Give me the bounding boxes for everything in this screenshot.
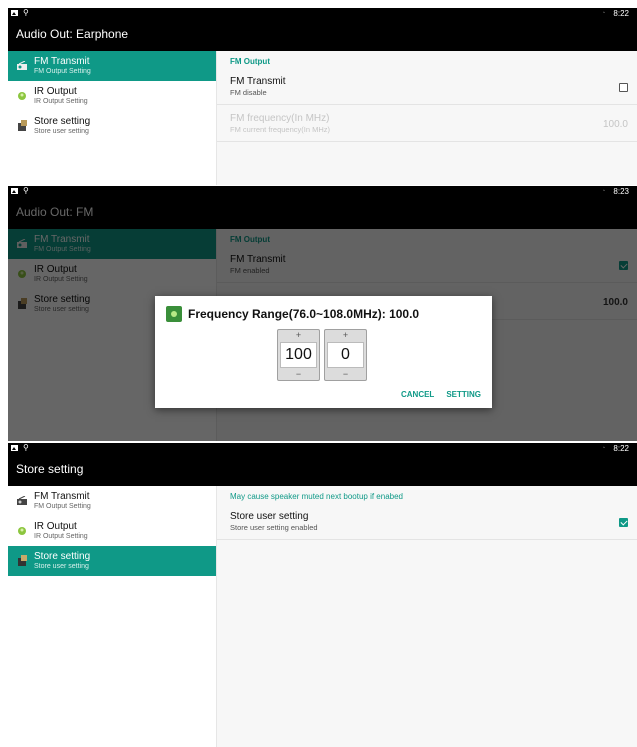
- sidebar-item-ir-output[interactable]: IR Output IR Output Setting: [8, 81, 216, 111]
- sidebar-item-title: IR Output: [34, 86, 77, 97]
- usb-icon: ⚲: [23, 443, 29, 452]
- sidebar-item-subtitle: Store user setting: [34, 306, 89, 313]
- pref-summary: FM current frequency(In MHz): [230, 125, 331, 134]
- image-icon: [11, 445, 18, 451]
- fm-frequency-value: 100.0: [602, 297, 628, 308]
- integer-number-picker[interactable]: + 100 −: [277, 329, 320, 381]
- wifi-icon: ◔: [601, 444, 606, 452]
- sidebar-item-subtitle: Store user setting: [34, 563, 89, 570]
- storage-icon: [16, 555, 28, 567]
- increment-button[interactable]: +: [278, 330, 319, 341]
- storage-icon: [16, 298, 28, 310]
- decrement-button[interactable]: −: [278, 369, 319, 380]
- usb-icon: ⚲: [23, 186, 29, 195]
- sidebar-item-ir-output[interactable]: IR Output IR Output Setting: [8, 259, 216, 289]
- screen-fm-dialog: ⚲ ◔ 8:23 Audio Out: FM FM Transmit FM Outp…: [8, 186, 637, 441]
- decimal-number-picker[interactable]: + 0 −: [324, 329, 367, 381]
- usb-icon: ⚲: [23, 8, 29, 17]
- sidebar-item-fm-transmit[interactable]: FM Transmit FM Output Setting: [8, 51, 216, 81]
- cancel-button[interactable]: CANCEL: [401, 390, 434, 399]
- category-header: May cause speaker muted next bootup if e…: [230, 492, 403, 501]
- sidebar-item-fm-transmit[interactable]: FM Transmit FM Output Setting: [8, 229, 216, 259]
- sidebar-item-title: Store setting: [34, 551, 91, 562]
- radio-icon: [16, 238, 28, 250]
- ir-icon: [16, 268, 28, 280]
- decrement-button[interactable]: −: [325, 369, 366, 380]
- pref-title: Store user setting: [230, 511, 309, 522]
- store-user-checkbox[interactable]: [619, 518, 628, 527]
- sidebar-item-title: Store setting: [34, 294, 91, 305]
- status-bar: ⚲ ◔ 8:22: [8, 443, 637, 453]
- pref-store-user-setting[interactable]: Store user setting Store user setting en…: [217, 507, 637, 540]
- sidebar-item-subtitle: IR Output Setting: [34, 276, 88, 283]
- pref-summary: FM enabled: [230, 266, 270, 275]
- pref-fm-transmit[interactable]: FM Transmit FM disable: [217, 72, 637, 105]
- app-bar-title: Audio Out: FM: [8, 196, 637, 229]
- radio-icon: [16, 60, 28, 72]
- pref-summary: Store user setting enabled: [230, 523, 318, 532]
- fm-transmit-checkbox[interactable]: [619, 261, 628, 270]
- status-time: 8:22: [613, 8, 629, 18]
- pref-title: FM frequency(In MHz): [230, 113, 330, 124]
- screen-store-setting: ⚲ ◔ 8:22 Store setting FM Transmit FM Outp…: [8, 443, 637, 747]
- storage-icon: [16, 120, 28, 132]
- wifi-icon: ◔: [601, 187, 606, 195]
- setting-button[interactable]: SETTING: [446, 390, 481, 399]
- sidebar-item-subtitle: Store user setting: [34, 128, 89, 135]
- sidebar-item-title: Store setting: [34, 116, 91, 127]
- sidebar-item-store-setting[interactable]: Store setting Store user setting: [8, 111, 216, 141]
- sidebar-item-title: IR Output: [34, 521, 77, 532]
- sidebar: FM Transmit FM Output Setting IR Output IR…: [8, 486, 217, 747]
- image-icon: [11, 10, 18, 16]
- screen-earphone: ⚲ ◔ 8:22 Audio Out: Earphone FM Transmit F…: [8, 8, 637, 185]
- preferences-pane: May cause speaker muted next bootup if e…: [217, 486, 637, 747]
- ir-icon: [16, 525, 28, 537]
- pref-fm-frequency: FM frequency(In MHz) FM current frequenc…: [217, 109, 637, 142]
- pref-summary: FM disable: [230, 88, 267, 97]
- app-bar-title: Store setting: [8, 453, 637, 486]
- wifi-icon: ◔: [601, 9, 606, 17]
- sidebar-item-subtitle: FM Output Setting: [34, 246, 91, 253]
- sidebar-item-subtitle: IR Output Setting: [34, 98, 88, 105]
- ir-icon: [16, 90, 28, 102]
- page: ⚲ ◔ 8:22 Audio Out: Earphone FM Transmit F…: [0, 0, 637, 747]
- integer-value[interactable]: 100: [280, 342, 317, 368]
- dialog-title: Frequency Range(76.0~108.0MHz): 100.0: [188, 307, 420, 321]
- status-time: 8:22: [613, 443, 629, 453]
- sidebar-item-title: FM Transmit: [34, 56, 90, 67]
- fm-transmit-checkbox[interactable]: [619, 83, 628, 92]
- sidebar-item-title: FM Transmit: [34, 234, 90, 245]
- category-header: FM Output: [230, 57, 270, 66]
- pref-title: FM Transmit: [230, 76, 286, 87]
- status-time: 8:23: [613, 186, 629, 196]
- preferences-pane: FM Output FM Transmit FM disable FM freq…: [217, 51, 637, 185]
- status-bar: ⚲ ◔ 8:22: [8, 8, 637, 18]
- fm-frequency-value: 100.0: [602, 119, 628, 130]
- fm-app-icon: [166, 306, 182, 322]
- status-bar: ⚲ ◔ 8:23: [8, 186, 637, 196]
- pref-fm-transmit[interactable]: FM Transmit FM enabled: [217, 250, 637, 283]
- pref-title: FM Transmit: [230, 254, 286, 265]
- sidebar-item-subtitle: IR Output Setting: [34, 533, 88, 540]
- sidebar-item-subtitle: FM Output Setting: [34, 68, 91, 75]
- app-bar-title: Audio Out: Earphone: [8, 18, 637, 51]
- sidebar-item-ir-output[interactable]: IR Output IR Output Setting: [8, 516, 216, 546]
- sidebar-item-title: IR Output: [34, 264, 77, 275]
- image-icon: [11, 188, 18, 194]
- sidebar: FM Transmit FM Output Setting IR Output IR…: [8, 51, 217, 185]
- category-header: FM Output: [230, 235, 270, 244]
- sidebar-item-fm-transmit[interactable]: FM Transmit FM Output Setting: [8, 486, 216, 516]
- decimal-value[interactable]: 0: [327, 342, 364, 368]
- increment-button[interactable]: +: [325, 330, 366, 341]
- sidebar-item-store-setting[interactable]: Store setting Store user setting: [8, 546, 216, 576]
- sidebar-item-subtitle: FM Output Setting: [34, 503, 91, 510]
- radio-icon: [16, 495, 28, 507]
- frequency-dialog: Frequency Range(76.0~108.0MHz): 100.0 + …: [155, 296, 492, 408]
- sidebar-item-title: FM Transmit: [34, 491, 90, 502]
